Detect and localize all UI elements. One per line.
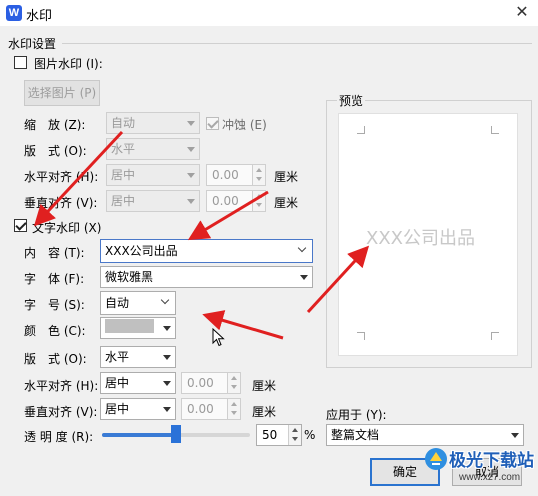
logo-mark-icon: [425, 448, 447, 470]
chevron-down-icon: [297, 243, 307, 253]
chevron-down-icon: [511, 433, 519, 438]
text-v-offset-input[interactable]: 0.00: [181, 398, 241, 420]
chevron-down-icon: [187, 199, 195, 204]
color-swatch: [105, 319, 154, 333]
mouse-cursor-icon: [212, 328, 225, 347]
select-picture-button[interactable]: 选择图片 (P): [24, 80, 100, 106]
washout-checkbox[interactable]: [206, 117, 219, 130]
content-label: 内 容 (T):: [24, 246, 85, 260]
content-value: XXX公司出品: [105, 244, 178, 258]
chevron-down-icon: [187, 147, 195, 152]
scale-label: 缩 放 (Z):: [24, 118, 86, 132]
chevron-down-icon: [160, 295, 170, 305]
picture-h-offset-input[interactable]: 0.00: [206, 164, 266, 186]
stepper-icon[interactable]: [252, 165, 265, 185]
text-v-offset-value: 0.00: [187, 402, 214, 416]
site-logo-url: www.xz7.com: [459, 472, 521, 483]
picture-layout-label: 版 式 (O):: [24, 144, 87, 158]
font-select[interactable]: 微软雅黑: [100, 266, 313, 288]
group-divider: [62, 43, 532, 44]
chevron-down-icon: [163, 355, 171, 360]
picture-watermark-checkbox[interactable]: [14, 56, 27, 69]
text-watermark-label: 文字水印 (X): [32, 221, 102, 235]
size-label: 字 号 (S):: [24, 298, 85, 312]
stepper-icon[interactable]: [227, 399, 240, 419]
text-watermark-checkbox[interactable]: [14, 219, 27, 232]
text-h-offset-value: 0.00: [187, 376, 214, 390]
page-corner-mark: [357, 126, 365, 134]
chevron-down-icon: [163, 381, 171, 386]
text-layout-value: 水平: [105, 350, 130, 364]
font-value: 微软雅黑: [105, 270, 154, 284]
picture-h-offset-value: 0.00: [212, 168, 239, 182]
picture-h-align-select[interactable]: 居中: [106, 164, 200, 186]
chevron-down-icon: [163, 326, 171, 331]
text-v-align-select[interactable]: 居中: [100, 398, 176, 420]
transparency-slider-thumb[interactable]: [171, 425, 181, 443]
text-h-align-value: 居中: [105, 376, 130, 390]
transparency-unit: %: [304, 428, 316, 442]
apply-to-value: 整篇文档: [331, 428, 380, 442]
transparency-value: 50: [262, 428, 278, 442]
picture-watermark-label: 图片水印 (I):: [34, 57, 103, 71]
close-icon[interactable]: ✕: [506, 0, 538, 24]
preview-watermark-text: XXX公司出品: [366, 228, 475, 249]
chevron-down-icon: [187, 121, 195, 126]
picture-h-align-value: 居中: [111, 168, 136, 182]
page-corner-mark: [357, 332, 365, 340]
size-value: 自动: [105, 296, 130, 310]
text-layout-select[interactable]: 水平: [100, 346, 176, 368]
picture-v-offset-value: 0.00: [212, 194, 239, 208]
chevron-down-icon: [187, 173, 195, 178]
stepper-icon[interactable]: [227, 373, 240, 393]
font-label: 字 体 (F):: [24, 272, 85, 286]
preview-label: 预览: [337, 92, 366, 109]
picture-layout-value: 水平: [111, 142, 136, 156]
picture-v-align-label: 垂直对齐 (V):: [24, 196, 98, 210]
transparency-slider-fill: [102, 433, 176, 437]
content-combobox[interactable]: XXX公司出品: [100, 239, 313, 263]
text-h-offset-input[interactable]: 0.00: [181, 372, 241, 394]
chevron-down-icon: [163, 407, 171, 412]
text-v-offset-unit: 厘米: [252, 405, 277, 419]
apply-to-label: 应用于 (Y):: [326, 408, 387, 422]
window-title: 水印: [26, 9, 53, 24]
apply-to-select[interactable]: 整篇文档: [326, 424, 524, 446]
color-label: 颜 色 (C):: [24, 324, 86, 338]
text-h-offset-unit: 厘米: [252, 379, 277, 393]
picture-v-offset-input[interactable]: 0.00: [206, 190, 266, 212]
page-corner-mark: [491, 126, 499, 134]
text-v-align-value: 居中: [105, 402, 130, 416]
text-v-align-label: 垂直对齐 (V):: [24, 405, 98, 419]
stepper-icon[interactable]: [288, 425, 301, 445]
group-title: 水印设置: [8, 37, 57, 51]
stepper-icon[interactable]: [252, 191, 265, 211]
picture-layout-select[interactable]: 水平: [106, 138, 200, 160]
picture-v-align-select[interactable]: 居中: [106, 190, 200, 212]
title-bar: W 水印 ✕: [0, 0, 538, 26]
chevron-down-icon: [300, 275, 308, 280]
text-h-align-select[interactable]: 居中: [100, 372, 176, 394]
wps-writer-icon: W: [6, 5, 22, 21]
picture-v-align-value: 居中: [111, 194, 136, 208]
picture-v-offset-unit: 厘米: [274, 196, 299, 210]
text-layout-label: 版 式 (O):: [24, 352, 87, 366]
scale-value: 自动: [111, 116, 136, 130]
washout-label: 冲蚀 (E): [222, 118, 267, 132]
picture-h-offset-unit: 厘米: [274, 170, 299, 184]
site-logo: 极光下载站 www.xz7.com: [421, 444, 535, 492]
transparency-input[interactable]: 50: [256, 424, 302, 446]
page-corner-mark: [491, 332, 499, 340]
picture-h-align-label: 水平对齐 (H):: [24, 170, 99, 184]
size-combobox[interactable]: 自动: [100, 291, 176, 315]
site-logo-text: 极光下载站: [449, 451, 534, 471]
scale-select[interactable]: 自动: [106, 112, 200, 134]
transparency-label: 透 明 度 (R):: [24, 430, 94, 444]
text-h-align-label: 水平对齐 (H):: [24, 379, 99, 393]
